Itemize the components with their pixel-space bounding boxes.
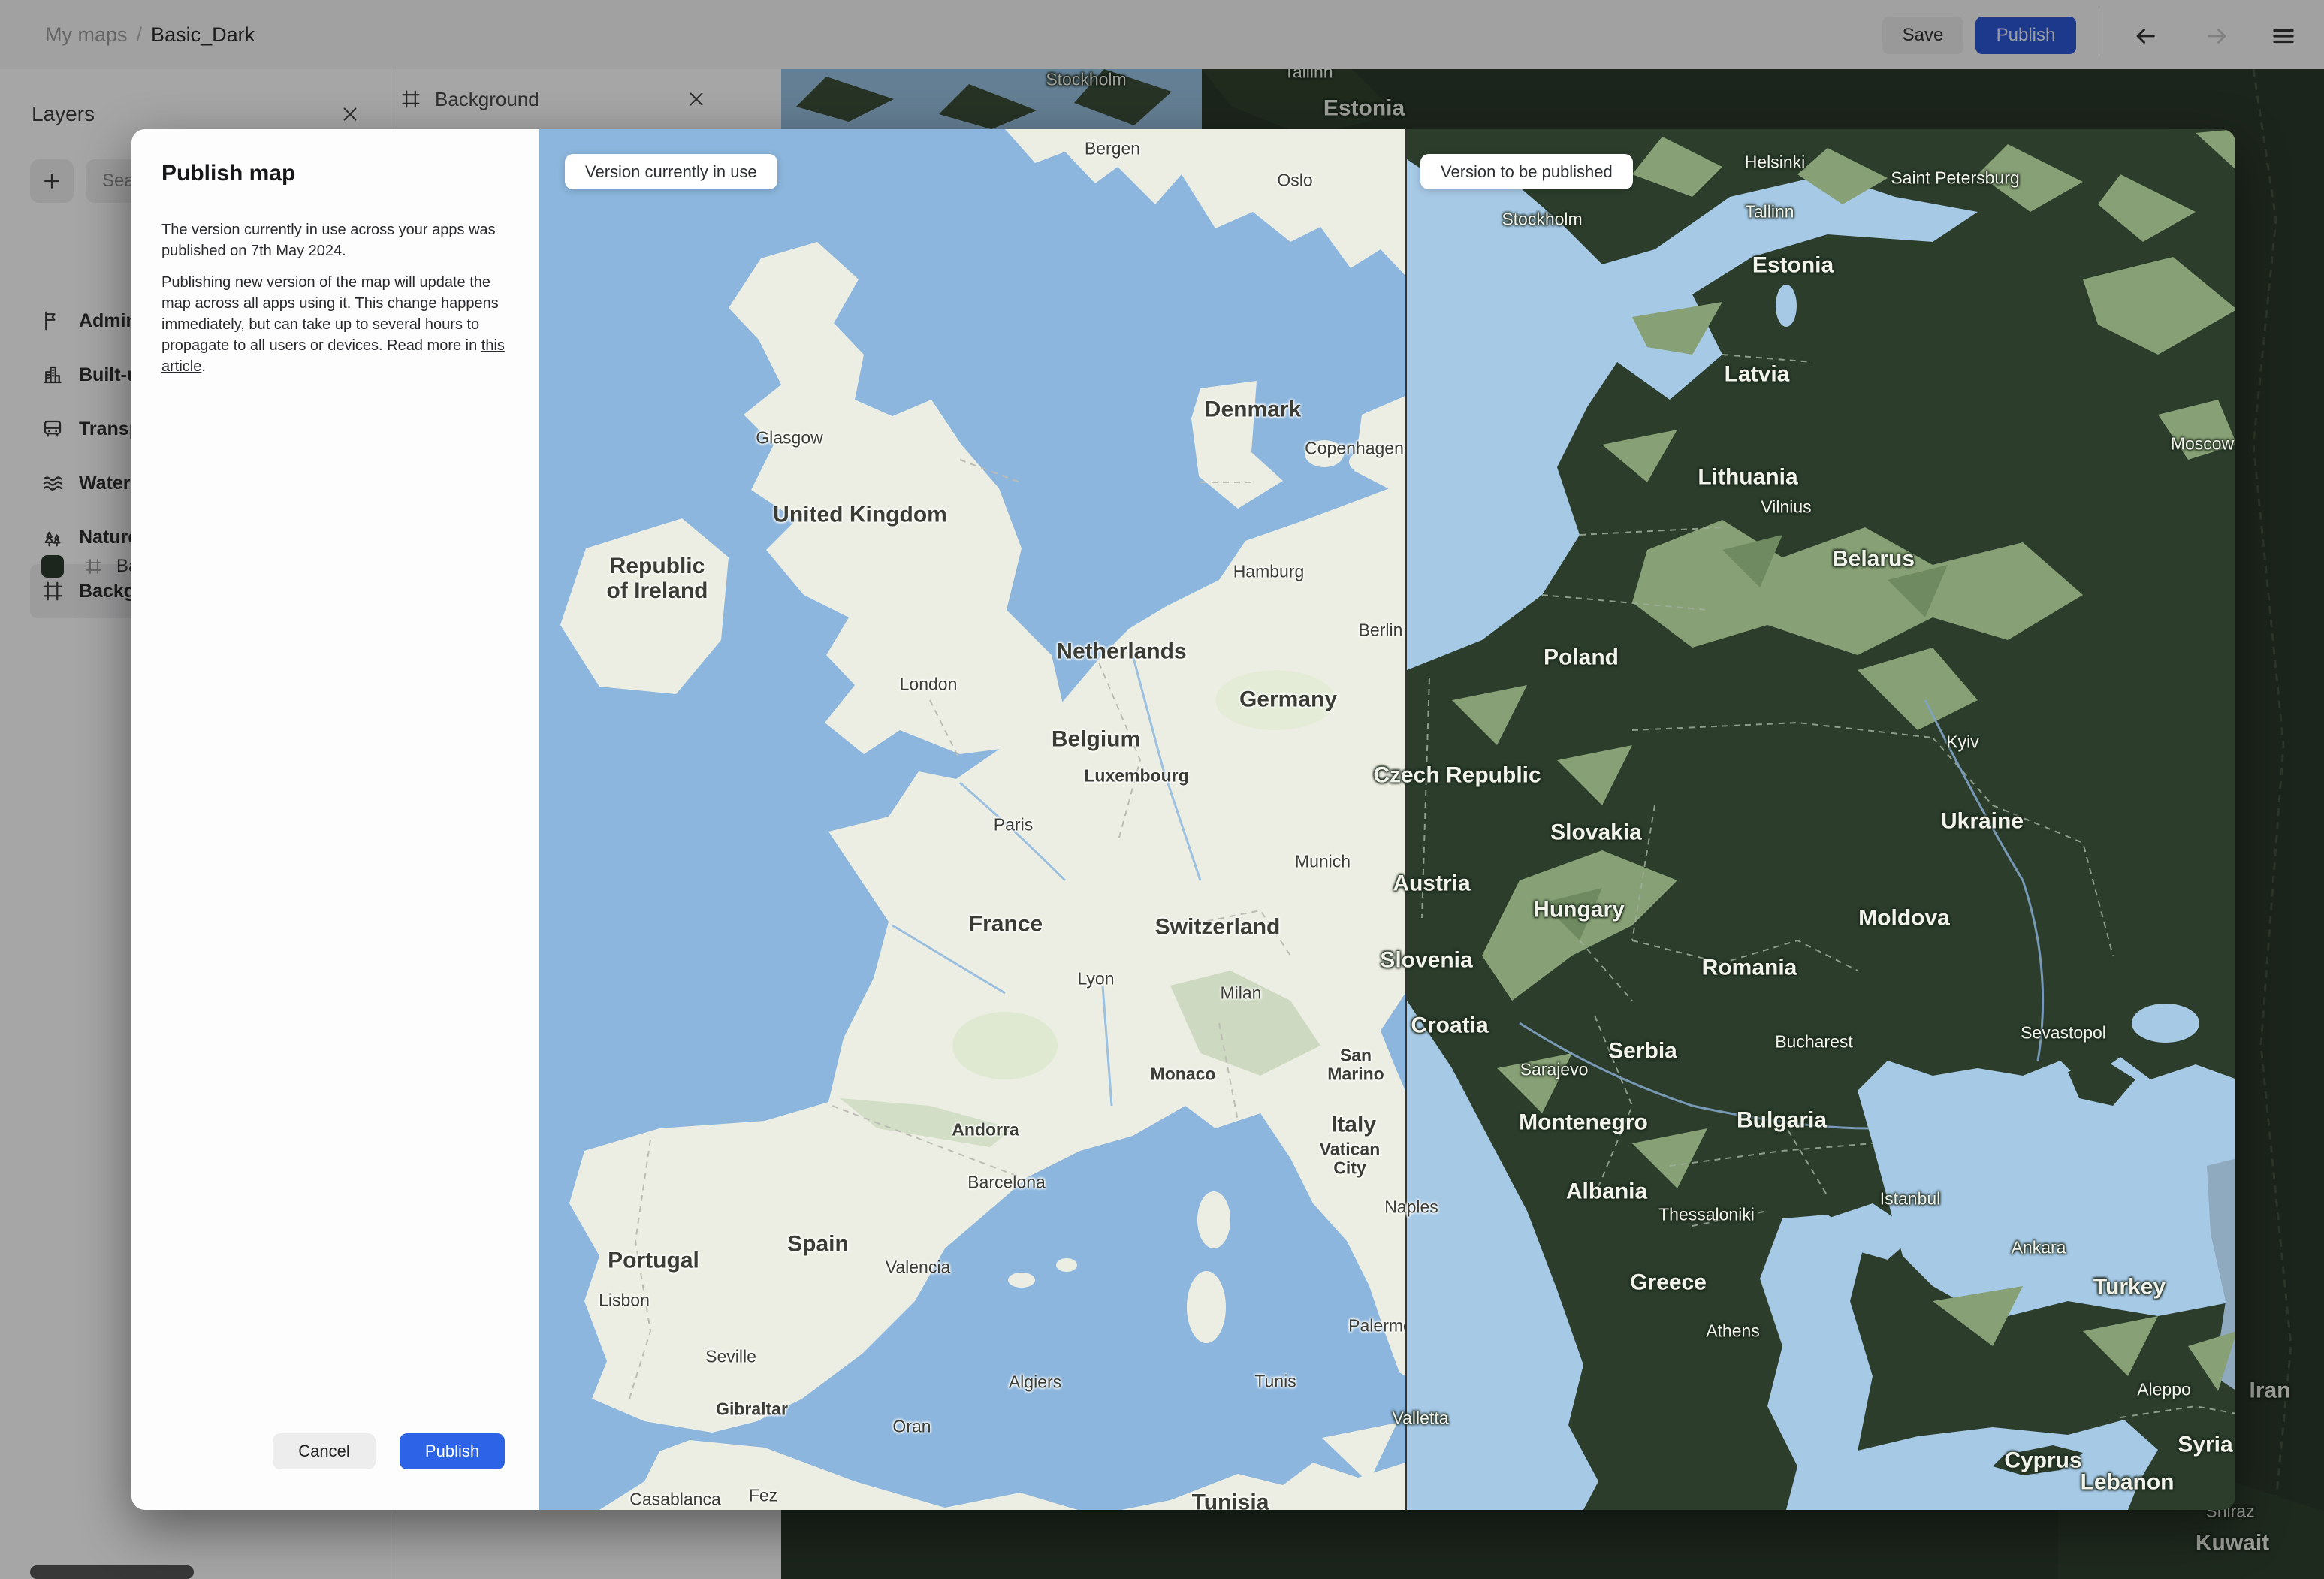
publish-dialog: Publish map The version currently in use…	[131, 129, 539, 1510]
map-label: Thessaloniki	[1658, 1204, 1755, 1224]
map-label: Ukraine	[1940, 808, 2024, 834]
map-label: Sarajevo	[1520, 1059, 1589, 1079]
version-current-chip: Version currently in use	[565, 154, 777, 189]
map-label: Munich	[1294, 851, 1351, 871]
dialog-paragraph-text: .	[201, 358, 206, 375]
map-label: France	[968, 911, 1043, 937]
cancel-button[interactable]: Cancel	[273, 1433, 376, 1469]
dialog-title: Publish map	[161, 161, 296, 186]
map-label: Slovakia	[1550, 820, 1642, 845]
map-label: Germany	[1239, 687, 1338, 712]
map-label: Luxembourg	[1084, 765, 1189, 786]
map-label: Moscow	[2170, 433, 2235, 454]
map-label: Oslo	[1277, 170, 1313, 190]
map-label: San Marino	[1327, 1045, 1384, 1084]
map-label: Paris	[993, 814, 1034, 835]
map-label: Andorra	[952, 1119, 1019, 1140]
map-label: Switzerland	[1154, 914, 1281, 940]
map-label: Athens	[1706, 1321, 1760, 1341]
map-label: Estonia	[1752, 252, 1834, 278]
map-label: Portugal	[608, 1248, 699, 1273]
dialog-paragraph: The version currently in use across your…	[161, 222, 496, 259]
map-label: Vilnius	[1761, 497, 1812, 517]
map-label: Serbia	[1608, 1038, 1677, 1064]
map-label: Fez	[748, 1485, 778, 1505]
map-label: Poland	[1543, 645, 1619, 670]
dark-map-labels: Helsinki Saint Petersburg Tallinn Stockholm…	[1407, 129, 2235, 1510]
map-label: Helsinki	[1744, 152, 1806, 172]
map-label: Belarus	[1831, 546, 1915, 572]
map-label: Republic of Ireland	[606, 554, 708, 603]
map-label: Kyiv	[1946, 732, 1979, 752]
map-label: Monaco	[1150, 1064, 1216, 1084]
map-label: Seville	[705, 1346, 756, 1366]
map-label: Ankara	[2011, 1237, 2066, 1257]
map-label: Lisbon	[599, 1290, 650, 1310]
map-label: Barcelona	[967, 1172, 1046, 1192]
map-label: Greece	[1630, 1270, 1707, 1295]
map-label: Casablanca	[629, 1489, 721, 1509]
map-label: Latvia	[1724, 361, 1790, 387]
map-label: Bergen	[1084, 138, 1141, 159]
map-label: Spain	[787, 1231, 849, 1257]
map-label: Milan	[1220, 983, 1262, 1003]
map-label: Sevastopol	[2021, 1022, 2106, 1043]
dialog-paragraph: Publishing new version of the map will u…	[161, 272, 521, 377]
map-version-new[interactable]: Version to be published Helsinki Saint Pe…	[1405, 129, 2235, 1510]
map-label: Albania	[1565, 1179, 1648, 1204]
map-label: Lithuania	[1698, 464, 1798, 490]
map-label: Copenhagen	[1305, 438, 1404, 458]
map-label: Denmark	[1204, 397, 1302, 422]
map-label: Stockholm	[1502, 209, 1583, 229]
map-label: Lyon	[1077, 968, 1115, 989]
map-label: Palermo	[1348, 1315, 1405, 1336]
map-version-current[interactable]: Version currently in use Bergen Oslo Glasg…	[539, 129, 1405, 1510]
map-label: Vatican City	[1319, 1139, 1381, 1178]
map-label: Montenegro	[1519, 1110, 1648, 1135]
map-label: Tallinn	[1745, 201, 1794, 222]
map-label: Tunis	[1254, 1371, 1296, 1391]
map-label: Cyprus	[2004, 1448, 2082, 1473]
map-label: Moldova	[1858, 905, 1950, 931]
map-label: Lebanon	[2080, 1469, 2175, 1495]
map-label: Istanbul	[1879, 1188, 1941, 1209]
map-label: Bucharest	[1775, 1031, 1853, 1052]
map-label: Hungary	[1533, 897, 1625, 922]
map-label: United Kingdom	[773, 502, 947, 527]
map-label: Syria	[2178, 1432, 2233, 1457]
map-label: Gibraltar	[716, 1399, 788, 1419]
map-label: Belgium	[1051, 726, 1141, 752]
map-label: Berlin	[1358, 620, 1403, 640]
publish-map-modal: Publish map The version currently in use…	[131, 129, 2235, 1510]
map-label: Saint Petersburg	[1891, 168, 2020, 188]
map-label: Romania	[1701, 955, 1797, 980]
light-map-labels: Bergen Oslo Glasgow United Kingdom Republic …	[539, 129, 1405, 1510]
map-label: Netherlands	[1056, 639, 1187, 664]
map-label: Turkey	[2093, 1274, 2166, 1300]
map-label: Tunisia	[1191, 1490, 1269, 1511]
map-label: Oran	[892, 1416, 931, 1436]
dialog-paragraph-text: Publishing new version of the map will u…	[161, 274, 499, 354]
version-new-chip: Version to be published	[1420, 154, 1633, 189]
map-label: Valencia	[885, 1257, 951, 1277]
map-label: London	[899, 674, 958, 694]
map-label: Algiers	[1008, 1372, 1062, 1392]
map-label: Italy	[1330, 1112, 1377, 1137]
map-label: Hamburg	[1233, 561, 1305, 581]
map-label: Aleppo	[2137, 1379, 2191, 1399]
publish-button[interactable]: Publish	[400, 1433, 505, 1469]
map-label: Glasgow	[756, 427, 823, 448]
map-label: Bulgaria	[1736, 1107, 1828, 1133]
